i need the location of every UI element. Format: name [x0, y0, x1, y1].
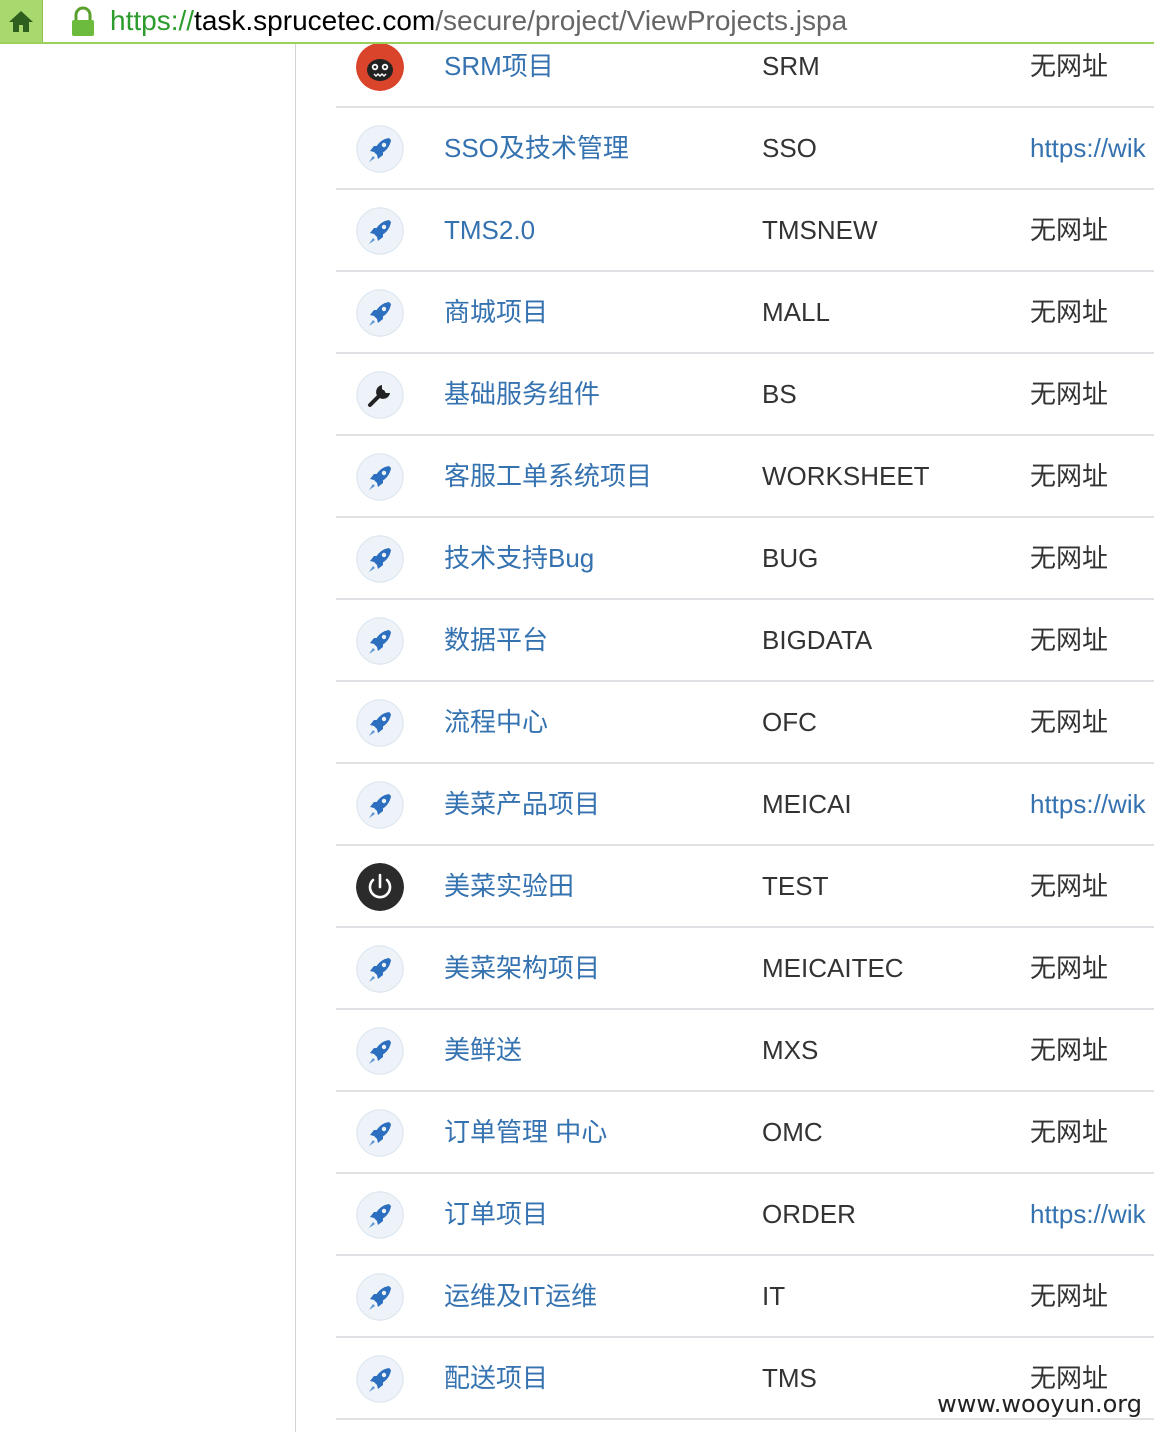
- rocket-icon[interactable]: [356, 1027, 404, 1075]
- project-key: BIGDATA: [762, 625, 873, 655]
- project-name-link[interactable]: 运维及IT运维: [444, 1280, 597, 1312]
- table-row: 客服工单系统项目 WORKSHEET 无网址: [336, 436, 1154, 518]
- project-key: MEICAI: [762, 789, 852, 819]
- table-row: 基础服务组件 BS 无网址: [336, 354, 1154, 436]
- project-name-link[interactable]: 配送项目: [444, 1362, 548, 1394]
- project-name-link[interactable]: 订单管理 中心: [444, 1116, 607, 1148]
- rocket-icon[interactable]: [356, 207, 404, 255]
- project-url: 无网址: [1030, 1035, 1109, 1065]
- table-row: 订单项目 ORDER https://wik: [336, 1174, 1154, 1256]
- table-row: 美菜产品项目 MEICAI https://wik: [336, 764, 1154, 846]
- project-url-link[interactable]: https://wik: [1030, 788, 1146, 820]
- url-path: /secure/project/ViewProjects.jspa: [435, 5, 848, 36]
- project-key: IT: [762, 1281, 786, 1311]
- browser-url-bar[interactable]: https://task.sprucetec.com/secure/projec…: [0, 0, 1154, 44]
- project-url: 无网址: [1030, 625, 1109, 655]
- home-button[interactable]: [0, 0, 43, 42]
- rocket-icon[interactable]: [356, 1355, 404, 1403]
- table-row: 美鲜送 MXS 无网址: [336, 1010, 1154, 1092]
- project-url: 无网址: [1030, 707, 1109, 737]
- project-key: MALL: [762, 297, 830, 327]
- url-scheme: https://: [110, 5, 195, 36]
- project-key: ORDER: [762, 1199, 856, 1229]
- table-row: TMS2.0 TMSNEW 无网址: [336, 190, 1154, 272]
- lock-icon: [72, 6, 94, 36]
- rocket-icon[interactable]: [356, 1191, 404, 1239]
- sidebar: [0, 44, 296, 1432]
- project-key: BS: [762, 379, 797, 409]
- table-row: SRM项目 SRM 无网址: [336, 44, 1154, 108]
- power-icon[interactable]: [356, 863, 404, 911]
- project-key: MEICAITEC: [762, 953, 904, 983]
- watermark: www.wooyun.org: [935, 1390, 1144, 1418]
- table-row: 订单管理 中心 OMC 无网址: [336, 1092, 1154, 1174]
- rocket-icon[interactable]: [356, 945, 404, 993]
- project-key: SRM: [762, 51, 820, 81]
- table-row: 运维及IT运维 IT 无网址: [336, 1256, 1154, 1338]
- table-row: 数据平台 BIGDATA 无网址: [336, 600, 1154, 682]
- home-icon: [9, 11, 33, 32]
- rocket-icon[interactable]: [356, 289, 404, 337]
- project-name-link[interactable]: TMS2.0: [444, 214, 535, 246]
- rocket-icon[interactable]: [356, 125, 404, 173]
- rocket-icon[interactable]: [356, 1109, 404, 1157]
- project-name-link[interactable]: 数据平台: [444, 624, 548, 656]
- project-key: OMC: [762, 1117, 823, 1147]
- project-name-link[interactable]: 订单项目: [444, 1198, 548, 1230]
- wrench-icon[interactable]: [356, 371, 404, 419]
- project-name-link[interactable]: 美菜实验田: [444, 870, 574, 902]
- rocket-icon[interactable]: [356, 617, 404, 665]
- url-text[interactable]: https://task.sprucetec.com/secure/projec…: [110, 3, 847, 39]
- project-key: TEST: [762, 871, 829, 901]
- table-row: 美菜实验田 TEST 无网址: [336, 846, 1154, 928]
- table-row: 流程中心 OFC 无网址: [336, 682, 1154, 764]
- project-key: SSO: [762, 133, 817, 163]
- project-url: 无网址: [1030, 953, 1109, 983]
- project-url: 无网址: [1030, 461, 1109, 491]
- project-name-link[interactable]: SRM项目: [444, 50, 554, 82]
- rocket-icon[interactable]: [356, 535, 404, 583]
- project-url: 无网址: [1030, 1117, 1109, 1147]
- monster-avatar-icon[interactable]: [356, 44, 404, 91]
- project-url: 无网址: [1030, 215, 1109, 245]
- project-key: BUG: [762, 543, 819, 573]
- project-key: TMS: [762, 1363, 817, 1393]
- project-url: 无网址: [1030, 379, 1109, 409]
- project-url: 无网址: [1030, 51, 1109, 81]
- project-name-link[interactable]: 美菜架构项目: [444, 952, 600, 984]
- projects-table: SRM项目 SRM 无网址 SSO及技术管理 SSO https://wik TMS2.0 T…: [336, 44, 1154, 1432]
- project-url: 无网址: [1030, 1281, 1109, 1311]
- url-host: task.sprucetec.com: [194, 5, 436, 36]
- project-name-link[interactable]: 美鲜送: [444, 1034, 522, 1066]
- project-url: 无网址: [1030, 297, 1109, 327]
- rocket-icon[interactable]: [356, 1273, 404, 1321]
- project-name-link[interactable]: SSO及技术管理: [444, 132, 629, 164]
- project-url: 无网址: [1030, 543, 1109, 573]
- project-key: MXS: [762, 1035, 819, 1065]
- project-key: OFC: [762, 707, 817, 737]
- table-row: 美菜架构项目 MEICAITEC 无网址: [336, 928, 1154, 1010]
- project-url-link[interactable]: https://wik: [1030, 132, 1146, 164]
- project-name-link[interactable]: 客服工单系统项目: [444, 460, 652, 492]
- rocket-icon[interactable]: [356, 453, 404, 501]
- project-name-link[interactable]: 技术支持Bug: [444, 542, 594, 574]
- project-name-link[interactable]: 流程中心: [444, 706, 548, 738]
- project-key: TMSNEW: [762, 215, 878, 245]
- project-name-link[interactable]: 商城项目: [444, 296, 548, 328]
- project-key: WORKSHEET: [762, 461, 930, 491]
- project-name-link[interactable]: 美菜产品项目: [444, 788, 600, 820]
- rocket-icon[interactable]: [356, 699, 404, 747]
- project-url-link[interactable]: https://wik: [1030, 1198, 1146, 1230]
- table-row: SSO及技术管理 SSO https://wik: [336, 108, 1154, 190]
- table-row: 技术支持Bug BUG 无网址: [336, 518, 1154, 600]
- project-name-link[interactable]: 基础服务组件: [444, 378, 600, 410]
- table-row: 商城项目 MALL 无网址: [336, 272, 1154, 354]
- rocket-icon[interactable]: [356, 781, 404, 829]
- project-url: 无网址: [1030, 871, 1109, 901]
